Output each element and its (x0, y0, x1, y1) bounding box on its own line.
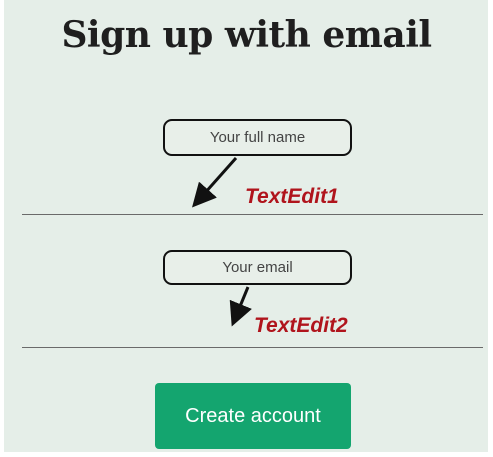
textedit2-annotation: TextEdit2 (254, 314, 348, 337)
full-name-field[interactable] (22, 214, 483, 215)
page-title: Sign up with email (61, 14, 432, 56)
email-field[interactable] (22, 347, 483, 348)
textedit1-annotation: TextEdit1 (245, 185, 339, 208)
full-name-placeholder-callout: Your full name (163, 119, 352, 156)
create-account-button[interactable]: Create account (155, 383, 351, 449)
full-name-placeholder-text: Your full name (209, 129, 306, 146)
email-placeholder-text: Your email (222, 259, 293, 276)
email-placeholder-callout: Your email (163, 250, 352, 285)
